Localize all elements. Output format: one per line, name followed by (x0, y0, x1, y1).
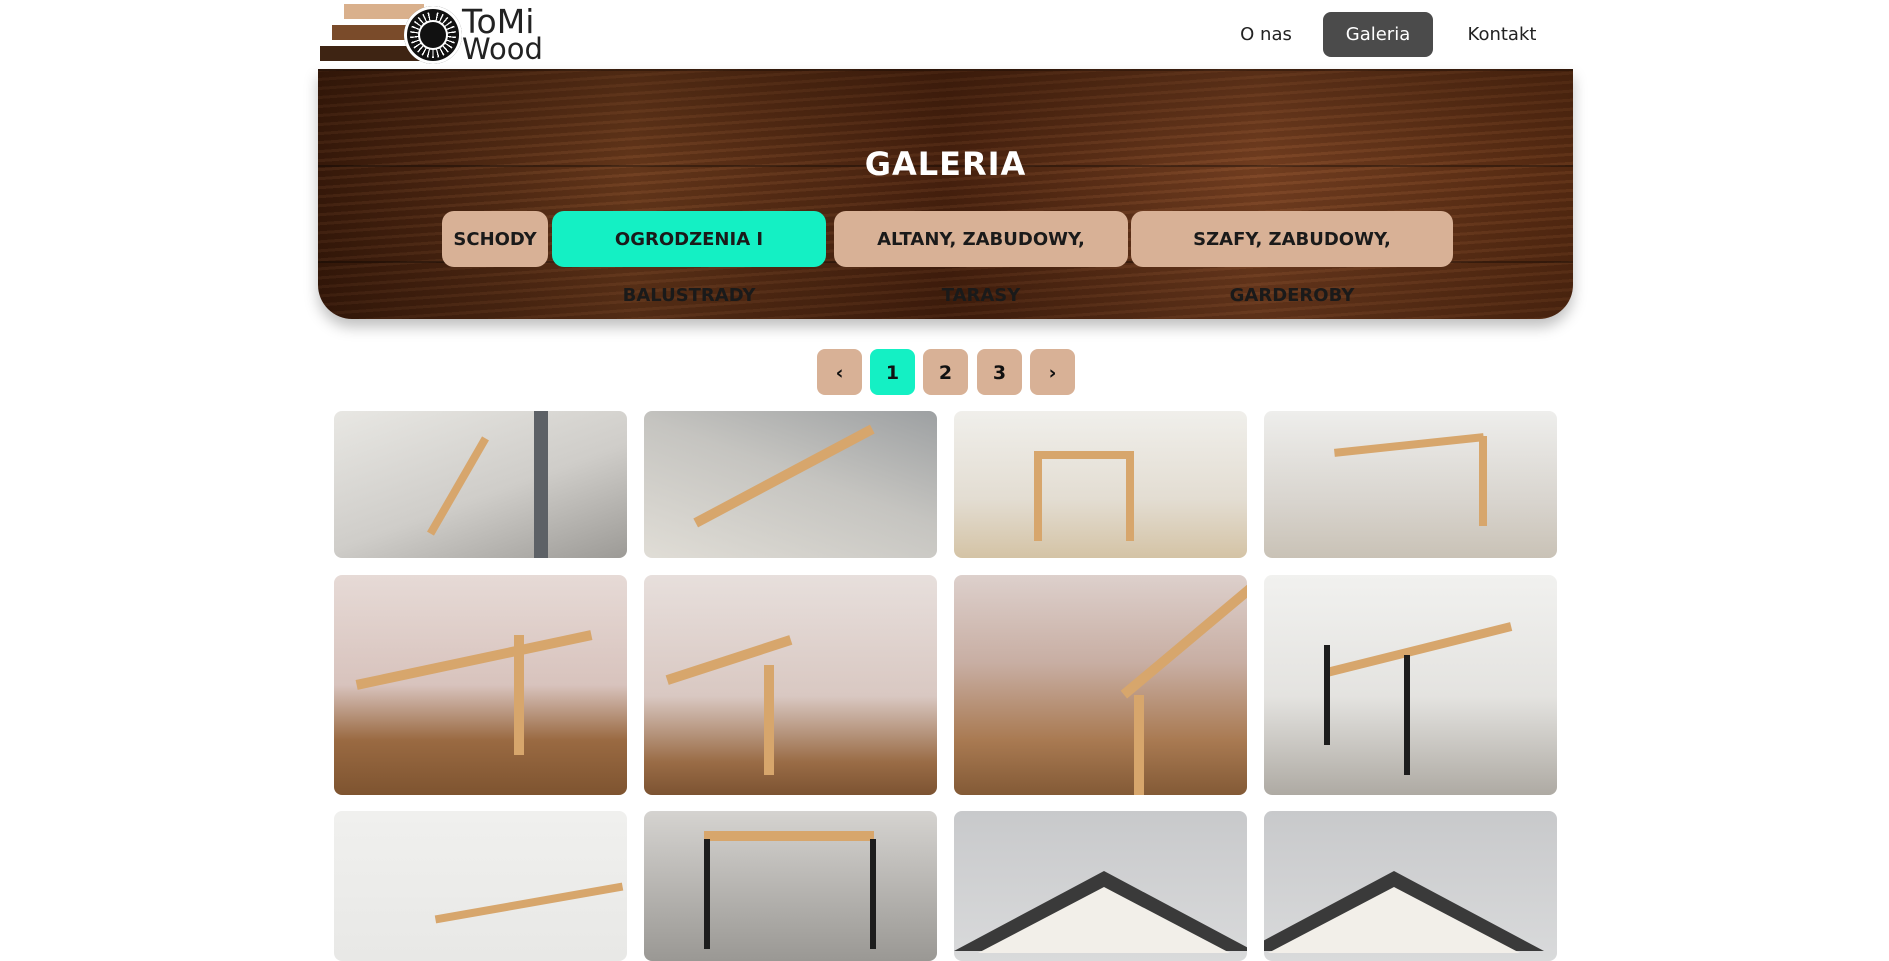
nav-link-contact[interactable]: Kontakt (1447, 12, 1557, 57)
next-page-button[interactable]: › (1030, 349, 1075, 395)
gallery-hero: GALERIA SCHODY OGRODZENIA I BALUSTRADY A… (318, 69, 1573, 319)
gallery-photo[interactable] (1264, 575, 1557, 795)
gallery-photo[interactable] (334, 411, 627, 558)
site-header: ToMi Wood O nas Galeria Kontakt (0, 0, 1889, 69)
category-tab-schody[interactable]: SCHODY (442, 211, 548, 267)
gallery-photo[interactable] (644, 811, 937, 961)
category-tab-szafy[interactable]: SZAFY, ZABUDOWY, GARDEROBY (1131, 211, 1453, 306)
category-tab-altany[interactable]: ALTANY, ZABUDOWY, TARASY (834, 211, 1128, 306)
gallery-photo[interactable] (644, 411, 937, 558)
gallery-photo[interactable] (1264, 411, 1557, 558)
pagination: ‹ 1 2 3 › (0, 349, 1889, 395)
gallery-photo[interactable] (334, 575, 627, 795)
page-title: GALERIA (864, 145, 1027, 183)
gallery-photo[interactable] (954, 811, 1247, 961)
page-button-2[interactable]: 2 (923, 349, 968, 395)
nav-link-gallery[interactable]: Galeria (1323, 12, 1433, 57)
nav-link-about[interactable]: O nas (1216, 12, 1316, 57)
saw-blade-icon (404, 6, 462, 64)
page: ToMi Wood O nas Galeria Kontakt GALERIA … (0, 0, 1889, 961)
tomi-wood-logo[interactable]: ToMi Wood (320, 3, 550, 65)
logo-text-line2: Wood (462, 32, 543, 66)
category-tab-ogrodzenia[interactable]: OGRODZENIA I BALUSTRADY (552, 211, 826, 306)
prev-page-button[interactable]: ‹ (817, 349, 862, 395)
gallery-photo[interactable] (954, 411, 1247, 558)
page-button-1[interactable]: 1 (870, 349, 915, 395)
gallery-photo[interactable] (644, 575, 937, 795)
gallery-photo[interactable] (954, 575, 1247, 795)
gallery-photo[interactable] (1264, 811, 1557, 961)
gallery-photo[interactable] (334, 811, 627, 961)
page-button-3[interactable]: 3 (977, 349, 1022, 395)
